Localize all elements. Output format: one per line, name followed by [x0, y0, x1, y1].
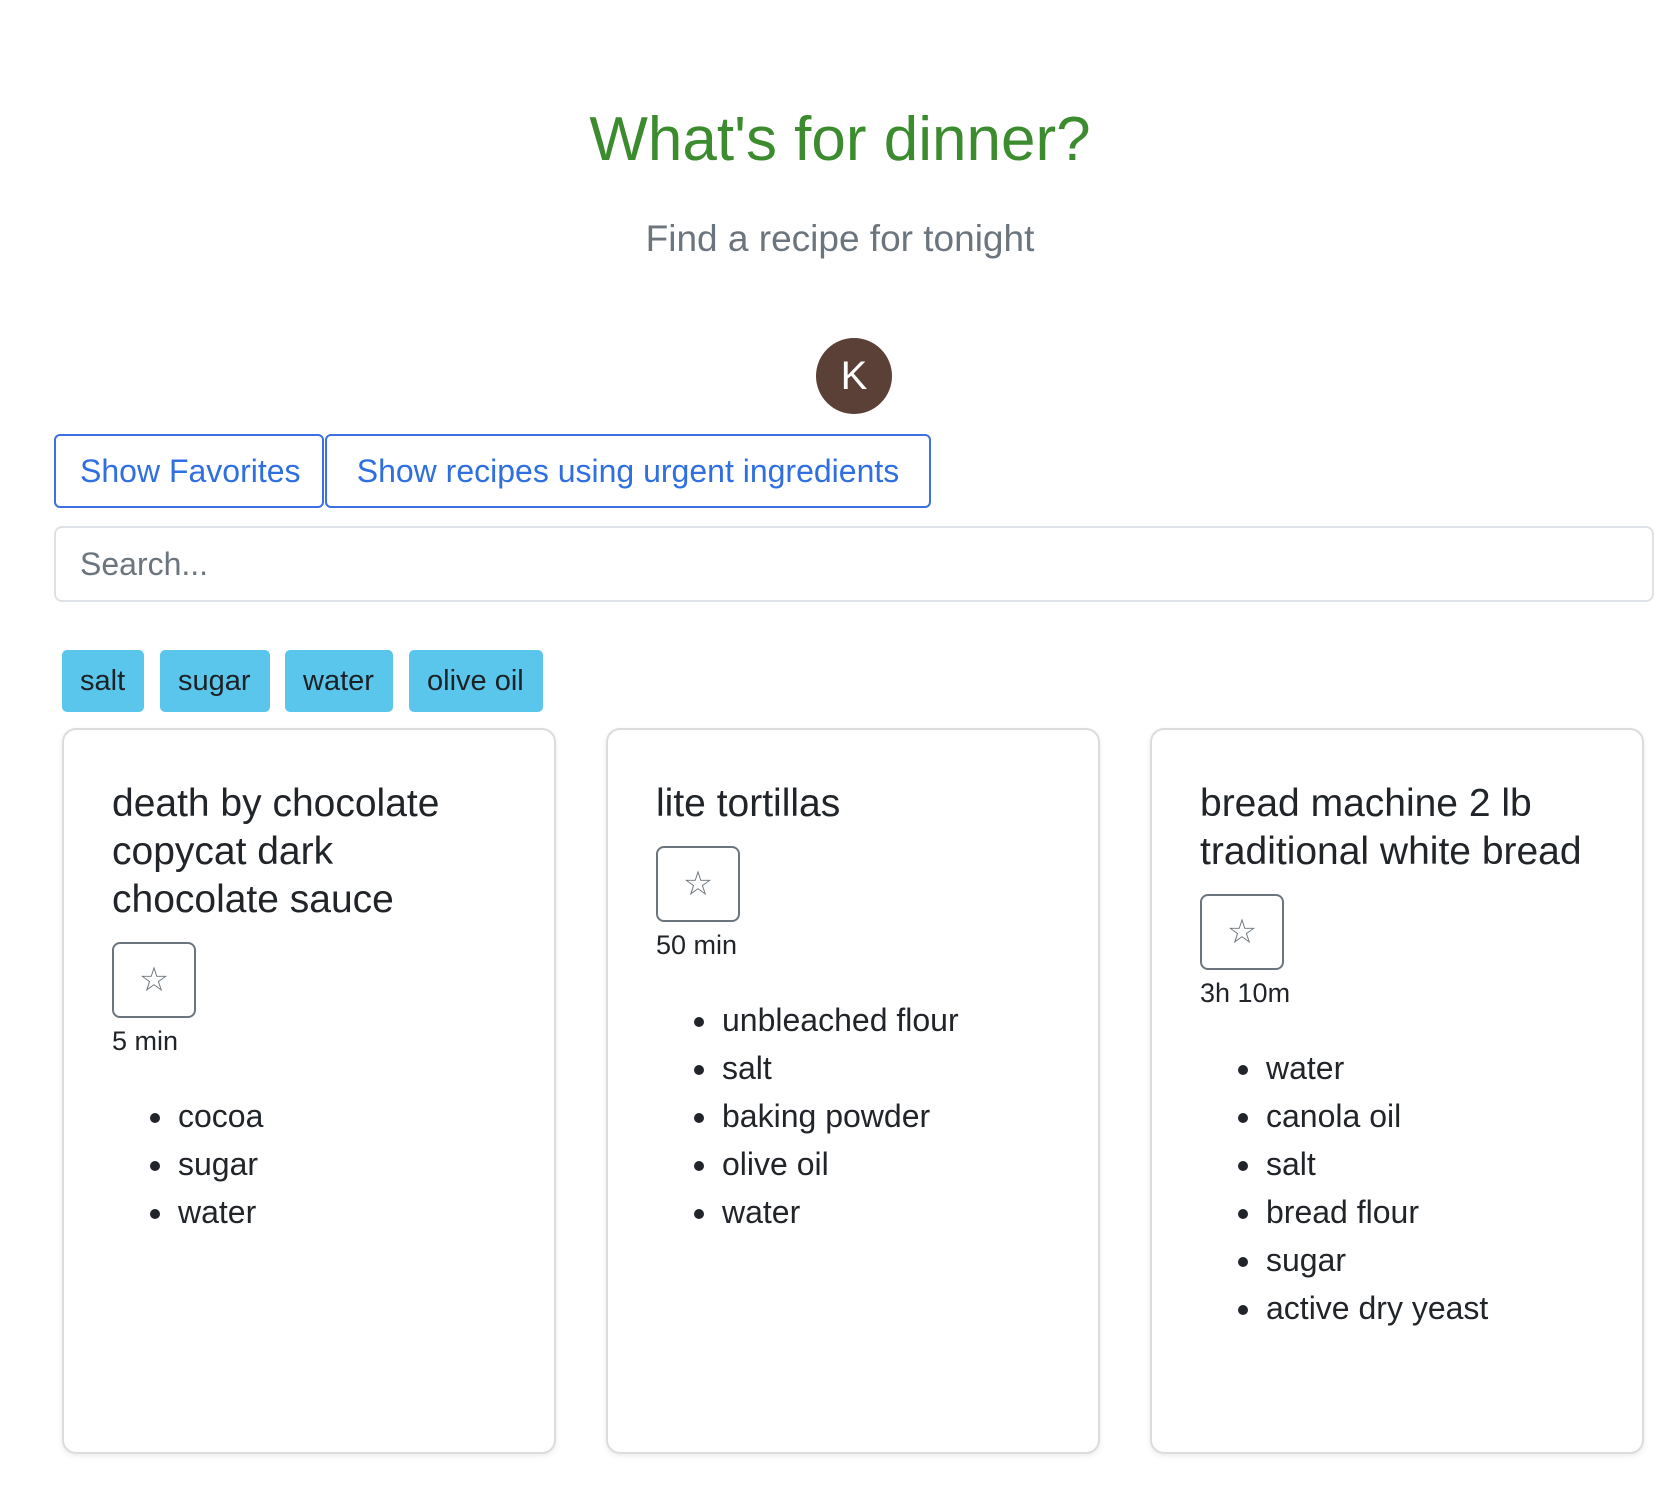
- ingredient-item: unbleached flour: [720, 996, 1052, 1044]
- ingredient-list: unbleached flour salt baking powder oliv…: [656, 996, 1052, 1236]
- page-title: What's for dinner?: [589, 105, 1091, 174]
- ingredient-list: cocoa sugar water: [112, 1092, 508, 1236]
- ingredient-item: active dry yeast: [1264, 1284, 1596, 1332]
- show-favorites-button[interactable]: Show Favorites: [54, 434, 324, 508]
- ingredient-item: salt: [1264, 1140, 1596, 1188]
- recipe-time: 50 min: [656, 930, 738, 960]
- ingredient-item: olive oil: [720, 1140, 1052, 1188]
- page-subtitle: Find a recipe for tonight: [645, 218, 1035, 259]
- ingredient-item: sugar: [176, 1140, 508, 1188]
- favorite-button[interactable]: ☆: [112, 942, 196, 1018]
- star-outline-icon: ☆: [138, 961, 170, 999]
- ingredient-item: water: [720, 1188, 1052, 1236]
- avatar[interactable]: K: [816, 338, 892, 414]
- ingredient-item: cocoa: [176, 1092, 508, 1140]
- ingredient-item: canola oil: [1264, 1092, 1596, 1140]
- ingredient-item: water: [1264, 1044, 1596, 1092]
- ingredient-tag[interactable]: olive oil: [409, 650, 543, 712]
- ingredient-item: salt: [720, 1044, 1052, 1092]
- ingredient-tag[interactable]: sugar: [160, 650, 270, 712]
- star-outline-icon: ☆: [682, 865, 714, 903]
- recipe-time: 3h 10m: [1200, 978, 1291, 1008]
- recipe-title[interactable]: bread machine 2 lb traditional white bre…: [1200, 780, 1596, 876]
- show-urgent-recipes-button[interactable]: Show recipes using urgent ingredients: [325, 434, 931, 508]
- favorite-button[interactable]: ☆: [1200, 894, 1284, 970]
- ingredient-item: baking powder: [720, 1092, 1052, 1140]
- search-input[interactable]: [54, 526, 1654, 602]
- ingredient-list: water canola oil salt bread flour sugar …: [1200, 1044, 1596, 1332]
- ingredient-tag[interactable]: salt: [62, 650, 144, 712]
- recipe-card[interactable]: death by chocolate copycat dark chocolat…: [62, 728, 556, 1454]
- ingredient-tag[interactable]: water: [285, 650, 393, 712]
- ingredient-item: bread flour: [1264, 1188, 1596, 1236]
- star-outline-icon: ☆: [1226, 913, 1258, 951]
- recipe-time: 5 min: [112, 1026, 179, 1056]
- recipe-card[interactable]: bread machine 2 lb traditional white bre…: [1150, 728, 1644, 1454]
- ingredient-item: water: [176, 1188, 508, 1236]
- recipe-title[interactable]: lite tortillas: [656, 780, 1052, 828]
- recipe-title[interactable]: death by chocolate copycat dark chocolat…: [112, 780, 508, 924]
- favorite-button[interactable]: ☆: [656, 846, 740, 922]
- recipe-card[interactable]: lite tortillas ☆ 50 min unbleached flour…: [606, 728, 1100, 1454]
- ingredient-item: sugar: [1264, 1236, 1596, 1284]
